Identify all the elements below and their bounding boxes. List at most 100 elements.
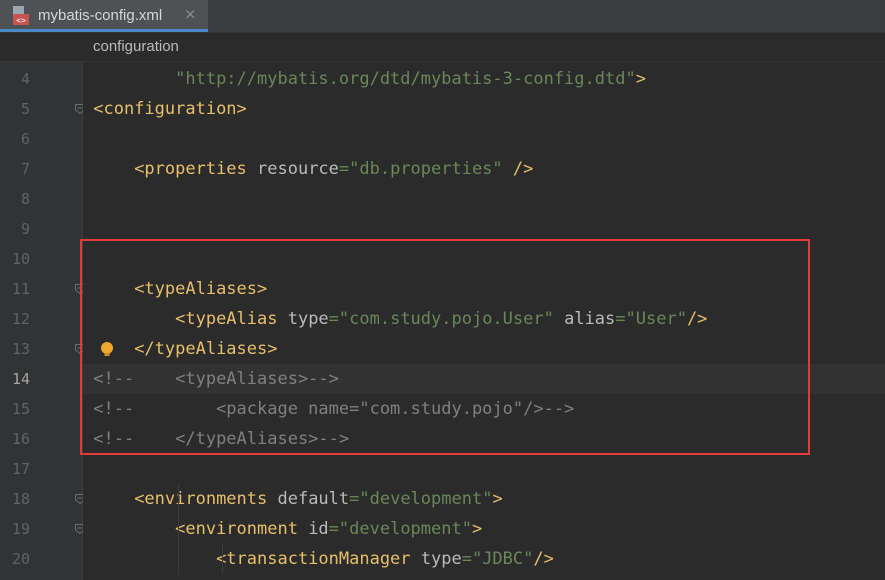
code-token-tag: >: [492, 489, 503, 509]
code-line[interactable]: </typeAliases>: [83, 334, 885, 364]
code-line[interactable]: <environments default="development">: [83, 484, 885, 514]
line-number: 13: [11, 340, 30, 358]
line-number: 8: [20, 190, 30, 208]
xml-file-icon: <>: [13, 6, 29, 25]
code-line[interactable]: [83, 124, 885, 154]
code-token-attr: id: [308, 519, 329, 539]
code-token-cmt: <!-- </typeAliases>-->: [93, 429, 350, 449]
code-token-attr: type: [287, 309, 329, 329]
code-token-tag: >: [635, 69, 646, 89]
line-number: 17: [11, 460, 30, 478]
code-token-tag: <properties: [134, 159, 258, 179]
line-number: 12: [11, 310, 30, 328]
code-line[interactable]: <properties resource="db.properties" />: [83, 154, 885, 184]
close-icon[interactable]: ×: [184, 5, 197, 23]
code-line[interactable]: <configuration>: [83, 94, 885, 124]
indent-guide: [222, 544, 223, 574]
gutter-line: 15: [0, 394, 82, 424]
code-token-str: ="db.properties": [338, 159, 503, 179]
gutter-line: 13: [0, 334, 85, 364]
breadcrumb-item-configuration[interactable]: configuration: [93, 38, 179, 55]
code-token-tag: <configuration>: [93, 99, 247, 119]
line-number: 19: [11, 520, 30, 538]
code-token-cmt: <!-- <package name="com.study.pojo"/>-->: [93, 399, 575, 419]
line-number: 15: [11, 400, 30, 418]
editor-gutter: 4 5 6 7 8 9 10 11 12 13 14 15 16 17 18 19 20: [0, 62, 85, 580]
code-token-tag: <environments: [134, 489, 278, 509]
line-number: 20: [11, 550, 30, 568]
gutter-line: 7: [0, 154, 82, 184]
indent-guide: [178, 484, 179, 574]
code-token-tag: />: [686, 309, 708, 329]
gutter-line: 17: [0, 454, 82, 484]
gutter-line: 12: [0, 304, 82, 334]
code-line[interactable]: [83, 184, 885, 214]
code-line[interactable]: <transactionManager type="JDBC"/>: [83, 544, 885, 574]
line-number: 10: [11, 250, 30, 268]
code-token-tag: <typeAlias: [175, 309, 288, 329]
tab-mybatis-config[interactable]: <> mybatis-config.xml ×: [0, 0, 208, 32]
code-line[interactable]: <!-- <package name="com.study.pojo"/>-->: [83, 394, 885, 424]
code-line[interactable]: "http://mybatis.org/dtd/mybatis-3-config…: [83, 64, 885, 94]
code-token-str: ="development": [328, 519, 472, 539]
code-token-str: "http://mybatis.org/dtd/mybatis-3-config…: [175, 69, 636, 89]
code-editor[interactable]: "http://mybatis.org/dtd/mybatis-3-config…: [83, 62, 885, 580]
line-number: 18: [11, 490, 30, 508]
code-line[interactable]: <environment id="development">: [83, 514, 885, 544]
code-token-tag: >: [471, 519, 483, 539]
code-line[interactable]: <!-- <typeAliases>-->: [83, 364, 885, 394]
gutter-line: 10: [0, 244, 82, 274]
gutter-line: 9: [0, 214, 82, 244]
gutter-line: 19: [0, 514, 85, 544]
code-token-attr: default: [277, 489, 350, 509]
gutter-line: 11: [0, 274, 85, 304]
gutter-line: 20: [0, 544, 82, 574]
code-token-str: ="com.study.pojo.User": [328, 309, 554, 329]
code-token-attr: resource: [257, 159, 339, 179]
editor-tab-bar: <> mybatis-config.xml ×: [0, 0, 885, 33]
code-token-attr: type: [420, 549, 462, 569]
code-token-tag: />: [502, 159, 534, 179]
code-token-cmt: <!-- <typeAliases>-->: [93, 369, 339, 389]
code-line[interactable]: [83, 214, 885, 244]
svg-text:<>: <>: [16, 16, 26, 25]
tab-title: mybatis-config.xml: [38, 7, 163, 24]
line-number: 9: [20, 220, 30, 238]
line-number: 16: [11, 430, 30, 448]
line-number: 4: [20, 70, 30, 88]
code-token-str: ="User": [615, 309, 687, 329]
code-line[interactable]: [83, 454, 885, 484]
gutter-line: 8: [0, 184, 82, 214]
code-token-attr: alias: [564, 309, 616, 329]
code-token-tag: [554, 309, 564, 329]
code-token-tag: />: [533, 549, 554, 569]
gutter-line: 18: [0, 484, 85, 514]
code-token-tag: <transactionManager: [216, 549, 421, 569]
gutter-line: 4: [0, 64, 82, 94]
code-token-tag: <typeAliases>: [134, 279, 268, 299]
code-token-str: ="JDBC": [461, 549, 534, 569]
line-number: 6: [20, 130, 30, 148]
code-line[interactable]: <!-- </typeAliases>-->: [83, 424, 885, 454]
code-token-tag: </typeAliases>: [134, 339, 278, 359]
code-token-tag: <environment: [175, 519, 309, 539]
line-number: 5: [20, 100, 30, 118]
gutter-line: 16: [0, 424, 82, 454]
code-line[interactable]: <typeAliases>: [83, 274, 885, 304]
code-line[interactable]: [83, 244, 885, 274]
code-line[interactable]: <typeAlias type="com.study.pojo.User" al…: [83, 304, 885, 334]
